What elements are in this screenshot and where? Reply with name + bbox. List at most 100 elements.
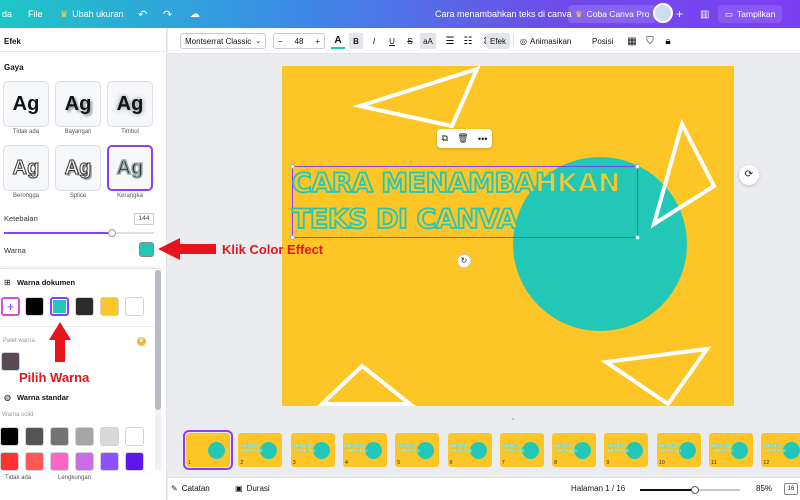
photo-color-swatch[interactable] — [1, 352, 20, 371]
add-color-button[interactable]: + — [1, 297, 20, 316]
page-thumbnail[interactable]: DESIGN THINKING 3 — [290, 433, 335, 467]
file-menu[interactable]: File — [28, 0, 43, 28]
more-options-icon[interactable]: ••• — [478, 134, 487, 144]
zoom-value[interactable]: 85% — [756, 484, 772, 493]
page-thumbnail[interactable]: 1 — [183, 430, 233, 470]
resize-handle[interactable] — [635, 235, 640, 240]
font-size-stepper[interactable]: − 48 + — [273, 33, 325, 49]
solid-color-swatch[interactable] — [75, 452, 94, 471]
page-thumbnail[interactable]: DESIGN THINKING 7 — [499, 433, 544, 467]
zoom-slider[interactable] — [640, 486, 740, 494]
redo-icon[interactable]: ↷ — [163, 0, 172, 28]
document-color-swatch[interactable] — [50, 297, 69, 316]
effects-button[interactable]: Efek — [486, 33, 510, 49]
document-color-swatch[interactable] — [75, 297, 94, 316]
triangle-outline-top[interactable] — [352, 66, 481, 129]
style-shadow-label: Bayangan — [64, 129, 92, 135]
page-thumbnail[interactable]: DESIGN THINKING 5 — [395, 433, 440, 467]
style-lift-card[interactable]: Ag — [107, 81, 153, 127]
style-hollow-card[interactable]: Ag — [3, 145, 49, 191]
solid-color-swatch[interactable] — [0, 427, 19, 446]
style-shadow-card[interactable]: Ag — [55, 81, 101, 127]
solid-color-swatch[interactable] — [25, 452, 44, 471]
present-button[interactable]: ▭ Tampilkan — [718, 5, 783, 23]
solid-color-swatch[interactable] — [50, 427, 69, 446]
solid-color-swatch[interactable] — [50, 452, 69, 471]
transparency-icon[interactable]: ▦ — [626, 33, 638, 49]
page-thumbnail[interactable]: DESIGN THINKING 2 — [238, 433, 283, 467]
page-thumbnail[interactable]: DESIGN THINKING 11 — [709, 433, 753, 467]
page-thumbnail[interactable]: DESIGN THINKING 10 — [656, 433, 701, 467]
popup-scrollbar[interactable] — [155, 270, 161, 470]
resize-button[interactable]: ♛ Ubah ukuran — [60, 0, 124, 28]
document-color-swatch[interactable] — [125, 297, 144, 316]
page-thumbnail[interactable]: DESIGN THINKING 8 — [552, 433, 597, 467]
style-none-card[interactable]: Ag — [3, 81, 49, 127]
solid-color-swatch[interactable] — [125, 452, 144, 471]
uppercase-button[interactable]: aA — [420, 33, 436, 49]
align-left-icon[interactable]: ☰ — [443, 33, 457, 49]
underline-button[interactable]: U — [385, 33, 399, 49]
solid-color-swatch[interactable] — [75, 427, 94, 446]
font-family-dropdown[interactable]: Montserrat Classic ⌄ — [180, 33, 266, 49]
paint-format-icon[interactable]: ⛉ — [644, 33, 656, 49]
style-splice-card[interactable]: Ag — [55, 145, 101, 191]
strikethrough-button[interactable]: S — [403, 33, 417, 49]
page-indicator[interactable]: Halaman 1 / 16 — [571, 484, 625, 493]
undo-icon[interactable]: ↶ — [138, 0, 147, 28]
document-title[interactable]: Cara menambahkan teks di canva — [435, 0, 572, 28]
list-icon[interactable]: ☷ — [461, 33, 475, 49]
slide-page[interactable]: CARA MENAMBAHKAN TEKS DI CANVA — [282, 66, 734, 406]
chevron-up-icon[interactable]: ˆ — [507, 419, 519, 426]
avatar[interactable] — [653, 3, 673, 23]
solid-color-swatch[interactable] — [0, 452, 19, 471]
lock-icon[interactable]: 🔒︎ — [662, 33, 674, 49]
scrollbar-thumb[interactable] — [155, 270, 161, 410]
resize-handle[interactable] — [635, 164, 640, 169]
trash-icon[interactable]: 🗑︎ — [457, 133, 468, 144]
refresh-icon[interactable]: ⟳ — [739, 165, 759, 185]
document-color-swatch[interactable] — [100, 297, 119, 316]
animate-button[interactable]: ◎ Animasikan — [520, 33, 571, 49]
page-thumbnail[interactable]: DESIGN THINKING 6 — [447, 433, 492, 467]
effect-color-swatch[interactable] — [139, 242, 154, 257]
italic-button[interactable]: I — [367, 33, 381, 49]
duration-button[interactable]: ▣ Durasi — [235, 484, 270, 493]
home-menu[interactable]: da — [2, 0, 12, 28]
page-thumbnail[interactable]: DESIGN THINKING 9 — [604, 433, 649, 467]
add-collaborator-icon[interactable]: + — [676, 0, 683, 28]
pages-grid-button[interactable]: 16 — [784, 483, 798, 495]
notes-button[interactable]: ✎ Catatan — [171, 484, 210, 493]
position-button[interactable]: Posisi — [592, 33, 613, 49]
page-thumbnail[interactable]: DESIGN THINKING 12 — [761, 433, 800, 467]
rotate-icon[interactable]: ↻ — [457, 254, 471, 268]
font-size-value[interactable]: 48 — [295, 37, 304, 46]
insights-icon[interactable]: ▥ — [700, 0, 709, 28]
text-color-button[interactable]: A — [331, 33, 345, 49]
thickness-slider-handle[interactable] — [108, 229, 116, 237]
triangle-outline-bottom-right[interactable] — [600, 346, 712, 406]
style-outline-card[interactable]: Ag — [107, 145, 153, 191]
document-color-swatch[interactable] — [25, 297, 44, 316]
style-outline-label: Kerangka — [117, 193, 143, 199]
home-label[interactable]: da — [2, 9, 12, 19]
try-pro-button[interactable]: ♛ Coba Canva Pro — [568, 5, 657, 23]
file-label[interactable]: File — [28, 9, 43, 19]
solid-color-swatch[interactable] — [25, 427, 44, 446]
palette-icon: ⊞ — [4, 278, 11, 287]
page-thumbnail[interactable]: DESIGN THINKING 4 — [342, 433, 387, 467]
solid-color-swatch[interactable] — [125, 427, 144, 446]
triangle-outline-bottom-left[interactable] — [316, 363, 416, 406]
slide-heading[interactable]: CARA MENAMBAHKAN TEKS DI CANVA — [291, 166, 621, 238]
cloud-save-icon[interactable]: ☁ — [190, 0, 200, 28]
plus-icon[interactable]: + — [315, 37, 320, 46]
solid-color-swatch[interactable] — [100, 427, 119, 446]
minus-icon[interactable]: − — [278, 37, 283, 46]
thickness-value[interactable]: 144 — [134, 213, 154, 225]
thumbnail-caption-line: THINKING — [241, 448, 264, 453]
bold-button[interactable]: B — [349, 33, 363, 49]
solid-color-swatch[interactable] — [100, 452, 119, 471]
duplicate-icon[interactable]: ⧉ — [442, 133, 448, 144]
thickness-slider[interactable] — [4, 229, 154, 237]
zoom-slider-handle[interactable] — [691, 486, 699, 494]
